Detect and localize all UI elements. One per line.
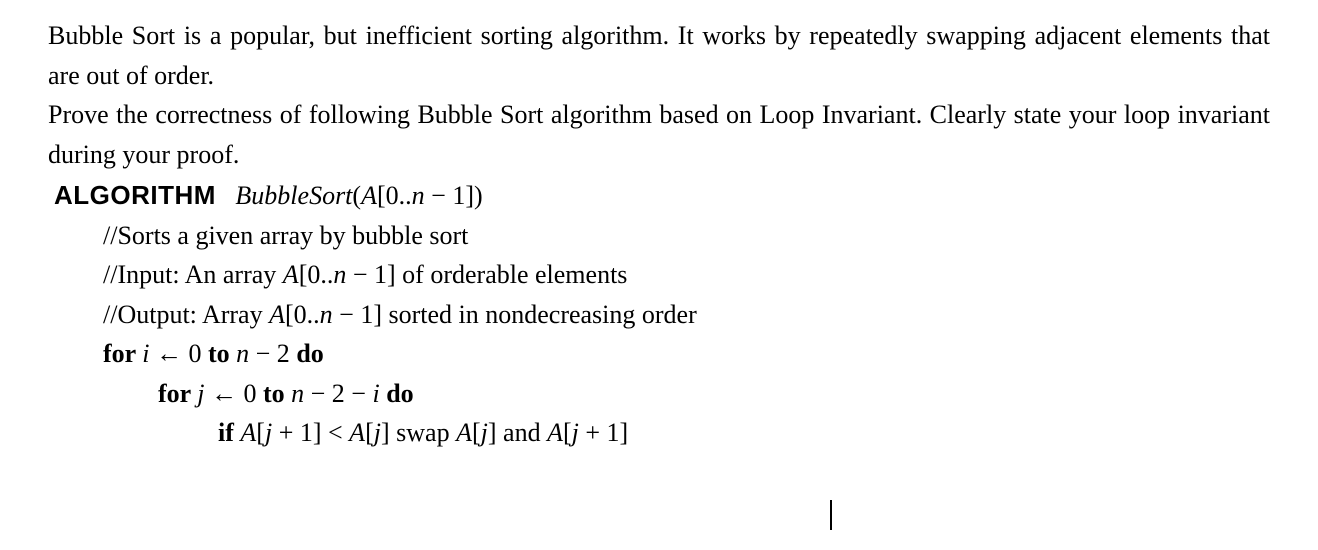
algo-comment-output: //Output: Array A[0..n − 1] sorted in no…: [48, 295, 1270, 335]
cond-open1: [: [256, 418, 265, 447]
c2a: //Input: An array: [103, 260, 283, 289]
text-cursor: [830, 500, 832, 530]
algo-comment-purpose: //Sorts a given array by bubble sort: [48, 216, 1270, 256]
inner-mid: − 2 −: [304, 379, 372, 408]
do-kw: do: [290, 339, 324, 368]
inner-i: i: [372, 379, 379, 408]
for-kw: for: [158, 379, 197, 408]
algorithm-keyword: ALGORITHM: [54, 180, 216, 210]
gap: [216, 181, 236, 210]
cond-plus1: + 1] <: [272, 418, 349, 447]
c2n: n: [333, 260, 346, 289]
problem-paragraph-2: Prove the correctness of following Bubbl…: [48, 95, 1270, 174]
swap-open1: [: [472, 418, 481, 447]
swapA1: A: [456, 418, 472, 447]
swap-and: and: [497, 418, 548, 447]
cond-j2: j: [374, 418, 381, 447]
swap-j2: j: [572, 418, 579, 447]
sig-open: (: [352, 181, 361, 210]
cond-open2: [: [365, 418, 374, 447]
condA2: A: [349, 418, 365, 447]
c3c: − 1] sorted in nondecreasing order: [333, 300, 697, 329]
sig-tail: − 1]): [425, 181, 483, 210]
algo-comment-input: //Input: An array A[0..n − 1] of orderab…: [48, 255, 1270, 295]
algo-header: ALGORITHM BubbleSort(A[0..n − 1]): [48, 176, 1270, 216]
problem-paragraph-1: Bubble Sort is a popular, but inefficien…: [48, 16, 1270, 95]
swap-txt: swap: [390, 418, 456, 447]
swapA2: A: [547, 418, 563, 447]
algorithm-block: ALGORITHM BubbleSort(A[0..n − 1]) //Sort…: [48, 176, 1270, 453]
inner-n: n: [291, 379, 304, 408]
c3b: [0..: [285, 300, 320, 329]
swap-close1: ]: [488, 418, 497, 447]
to-kw: to: [256, 379, 291, 408]
swap-plus: + 1]: [579, 418, 628, 447]
sig-n: n: [412, 181, 425, 210]
cond-close2: ]: [381, 418, 390, 447]
c3n: n: [320, 300, 333, 329]
outer-assign: ← 0: [149, 339, 201, 368]
to-kw: to: [201, 339, 236, 368]
sig-range: [0..: [377, 181, 412, 210]
outer-n: n: [236, 339, 249, 368]
c3a: //Output: Array: [103, 300, 269, 329]
c2arr: A: [283, 260, 299, 289]
c2c: − 1] of orderable elements: [346, 260, 627, 289]
inner-assign: ← 0: [204, 379, 256, 408]
condA1: A: [240, 418, 256, 447]
do-kw: do: [380, 379, 414, 408]
if-kw: if: [218, 418, 240, 447]
c3arr: A: [269, 300, 285, 329]
outer-tail: − 2: [249, 339, 290, 368]
for-kw: for: [103, 339, 142, 368]
swap-j1: j: [481, 418, 488, 447]
c2b: [0..: [299, 260, 334, 289]
inner-for: for j ← 0 to n − 2 − i do: [48, 374, 1270, 414]
sig-arr: A: [361, 181, 377, 210]
swap-open2: [: [563, 418, 572, 447]
outer-for: for i ← 0 to n − 2 do: [48, 334, 1270, 374]
if-swap-line: if A[j + 1] < A[j] swap A[j] and A[j + 1…: [48, 413, 1270, 453]
algo-name: BubbleSort: [235, 181, 352, 210]
